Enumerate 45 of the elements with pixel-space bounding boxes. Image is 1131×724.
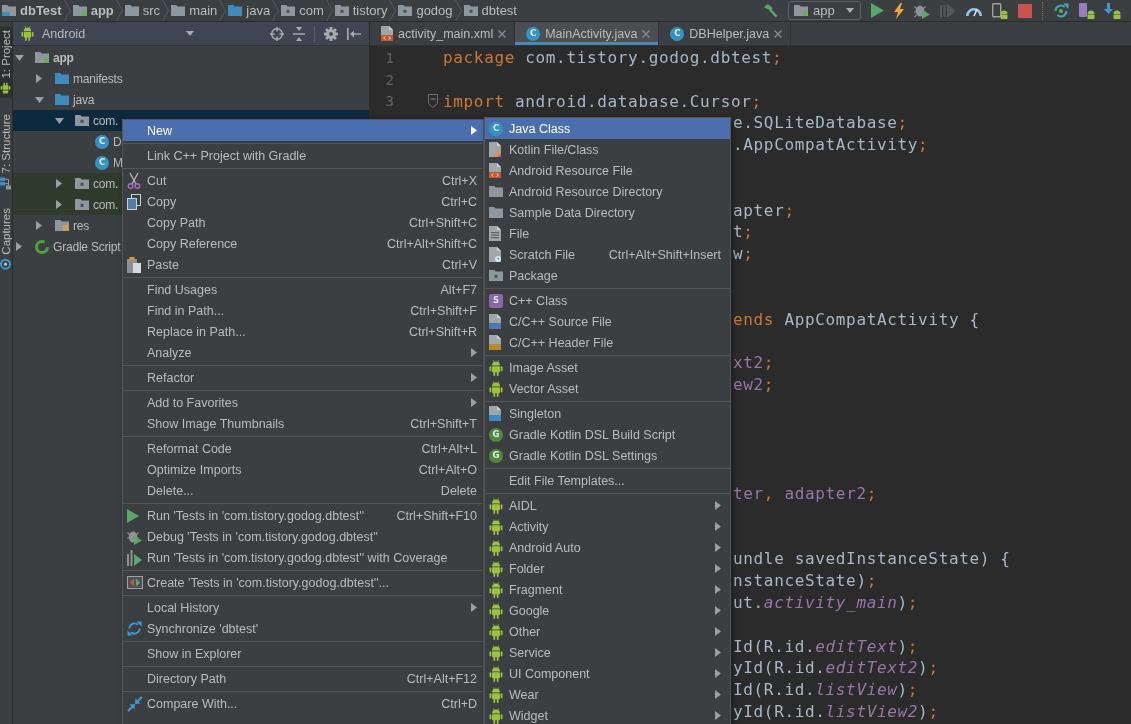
shortcut-text: Ctrl+Alt+L	[421, 441, 477, 456]
shortcut-text: Ctrl+Shift+F10	[396, 508, 477, 523]
line-number: 1	[384, 49, 394, 66]
line-number: 3	[384, 93, 394, 110]
letter-circle-icon: G	[489, 427, 503, 442]
shortcut-text: Ctrl+D	[441, 696, 477, 711]
code-line: apter;	[733, 199, 795, 222]
letter-circle-icon: C	[526, 26, 541, 41]
code-line: ew2;	[733, 373, 775, 396]
letter-circle-icon: C	[670, 26, 685, 41]
code-line: Id(R.id.editText);	[733, 635, 919, 658]
code-line: ends AppCompatActivity {	[733, 308, 980, 331]
code-line: nstanceState);	[733, 570, 877, 592]
code-line: w;	[733, 243, 754, 265]
shortcut-text: Ctrl+Alt+O	[418, 462, 477, 477]
code-line: ter, adapter2;	[733, 482, 877, 505]
letter-circle-icon: G	[489, 448, 503, 463]
shortcut-text: Ctrl+Alt+F12	[406, 671, 477, 686]
shortcut-text: Ctrl+Shift+C	[408, 215, 477, 230]
line-number: 2	[384, 71, 394, 88]
code-line: xt2;	[733, 352, 775, 374]
code-line: yId(R.id.editText2);	[733, 657, 939, 680]
code-line: ut.activity_main);	[733, 591, 919, 614]
shortcut-text: Ctrl+Alt+Shift+Insert	[608, 247, 721, 262]
shortcut-text: Ctrl+Shift+T	[410, 416, 477, 431]
code-line: yId(R.id.listView2);	[733, 700, 939, 723]
code-line: e.SQLiteDatabase;	[733, 112, 908, 135]
shortcut-text: Ctrl+V	[441, 257, 477, 272]
shortcut-text: Ctrl+X	[441, 173, 477, 188]
shortcut-text: Ctrl+Alt+Shift+C	[387, 236, 477, 251]
letter-square-icon: S	[489, 293, 503, 308]
shortcut-text: Ctrl+Shift+R	[408, 324, 477, 339]
code-line: import android.database.Cursor;	[443, 90, 762, 113]
letter-circle-icon: C	[489, 121, 503, 136]
code-line: t;	[733, 221, 754, 244]
code-line: .AppCompatActivity;	[733, 134, 929, 156]
shortcut-text: Alt+F7	[440, 282, 477, 297]
shortcut-text: Ctrl+C	[441, 194, 477, 209]
letter-circle-icon: C	[95, 134, 109, 149]
code-line: Id(R.id.listView);	[733, 679, 919, 701]
shortcut-text: Ctrl+Shift+F	[410, 303, 477, 318]
code-line: package com.tistory.godog.dbtest;	[443, 47, 783, 69]
letter-circle-icon: C	[95, 155, 109, 170]
code-line: undle savedInstanceState) {	[733, 548, 1011, 571]
shortcut-text: Delete	[440, 483, 477, 498]
